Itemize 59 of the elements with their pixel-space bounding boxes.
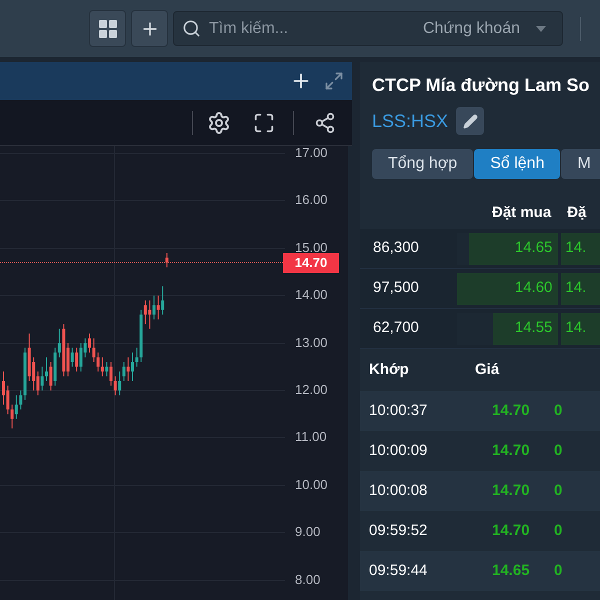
time-cell-text: 09:59:44 — [368, 560, 428, 581]
share-icon[interactable] — [314, 112, 336, 134]
price-axis-label: 17.00 — [295, 146, 328, 161]
stock-title: CTCP Mía đường Lam So — [372, 74, 591, 97]
time-cell-text: 10:00:09 — [368, 440, 428, 461]
candle — [165, 252, 168, 268]
price-axis-label: 10.00 — [295, 476, 328, 493]
price-axis-label: 11.00 — [295, 429, 327, 446]
price-axis-label: 14.00 — [295, 287, 328, 304]
fullscreen-icon[interactable] — [253, 112, 275, 134]
price-axis-label: 9.00 — [295, 524, 320, 540]
time-cell-text: 10:00:08 — [368, 480, 428, 501]
ask-price-cell: 14. — [561, 312, 600, 344]
add-button[interactable] — [131, 10, 168, 47]
pencil-icon — [462, 114, 478, 128]
price-axis-label: 15.00 — [295, 240, 328, 256]
price-cell-text: 14.70 — [492, 520, 531, 541]
last-price-label: 14.70 — [283, 253, 339, 274]
price-cell-text: 14.70 — [492, 480, 531, 501]
column-header: Khớp — [368, 360, 410, 380]
volume-cell-text: 0 — [554, 400, 562, 421]
ticker-link[interactable]: LSS:HSX — [372, 108, 448, 134]
bid-price-bar: 14.55 — [493, 312, 558, 344]
time-cell-text: 09:59:52 — [368, 520, 428, 541]
ask-price-cell: 14. — [561, 272, 600, 304]
tab[interactable]: Sổ lệnh — [474, 149, 560, 179]
search-field[interactable]: Tìm kiếm... Chứng khoán — [173, 11, 563, 46]
search-input[interactable]: Tìm kiếm... — [209, 16, 415, 40]
volume-cell-text: 0 — [554, 440, 562, 461]
tab[interactable]: Tổng hợp — [372, 149, 474, 179]
tab[interactable]: M — [561, 149, 600, 179]
volume-cell-text: 97,500 — [372, 278, 420, 298]
column-header: Đặ — [567, 202, 586, 223]
volume-cell-text: 0 — [554, 480, 562, 501]
category-dropdown[interactable]: Chứng khoán — [423, 16, 520, 40]
price-cell-text: 14.70 — [492, 440, 531, 461]
ask-price-cell: 14. — [561, 232, 600, 264]
price-cell-text: 14.70 — [492, 400, 531, 421]
expand-icon[interactable] — [324, 71, 344, 91]
edit-button[interactable] — [456, 107, 484, 135]
volume-cell-text: 86,300 — [372, 238, 420, 258]
price-axis-label: 12.00 — [295, 382, 328, 398]
caret-icon — [536, 26, 546, 32]
column-header: Đặt mua — [492, 202, 552, 223]
column-header: Giá — [475, 360, 500, 380]
volume-cell-text: 0 — [554, 520, 562, 541]
bid-price-bar: 14.65 — [468, 232, 558, 264]
bid-price-bar: 14.60 — [456, 272, 558, 304]
price-cell-text: 14.65 — [492, 560, 531, 581]
time-cell-text: 10:00:37 — [368, 400, 428, 421]
price-axis-label: 8.00 — [295, 572, 320, 588]
volume-cell-text: 62,700 — [372, 318, 420, 338]
search-icon — [182, 19, 201, 38]
settings-icon[interactable] — [207, 110, 231, 134]
price-axis-label: 16.00 — [295, 192, 328, 208]
volume-cell-text: 0 — [554, 560, 562, 581]
price-axis-label: 13.00 — [295, 334, 328, 351]
layout-grid-button[interactable] — [89, 10, 126, 47]
grid-icon — [98, 20, 116, 38]
